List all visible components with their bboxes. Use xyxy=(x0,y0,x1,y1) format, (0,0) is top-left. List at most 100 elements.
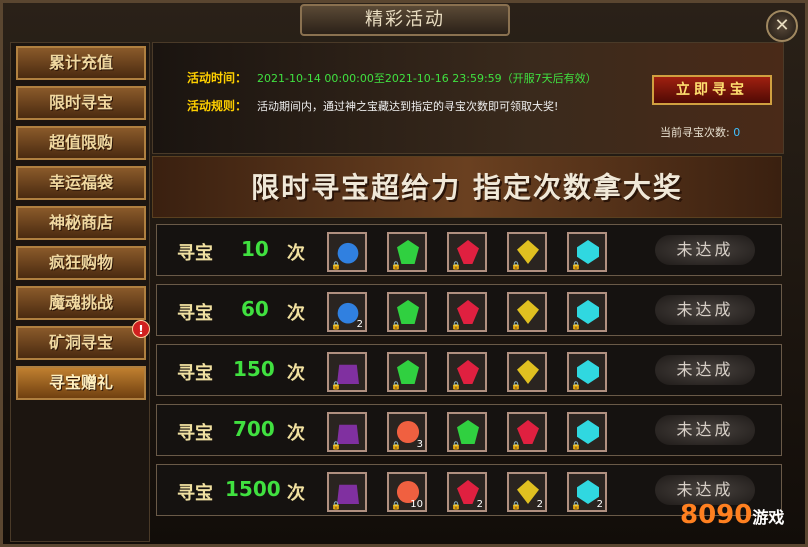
rule-value: 活动期间内，通过神之宝藏达到指定的寻宝次数即可领取大奖! xyxy=(257,100,559,113)
reward-item[interactable]: 🔒 xyxy=(327,472,367,512)
lock-icon: 🔒 xyxy=(511,501,521,510)
reward-item[interactable]: 🔒 xyxy=(567,412,607,452)
sidebar-item[interactable]: 寻宝赠礼 xyxy=(16,366,146,400)
treasure-count: 当前寻宝次数: 0 xyxy=(660,124,740,140)
row-unit: 次 xyxy=(287,423,305,444)
reward-row: 寻宝 150 次 🔒 🔒 🔒 🔒 🔒 未达成 xyxy=(156,344,782,396)
lock-icon: 🔒 xyxy=(571,441,581,450)
reward-row: 寻宝 10 次 🔒 🔒 🔒 🔒 🔒 未达成 xyxy=(156,224,782,276)
lock-icon: 🔒 xyxy=(511,381,521,390)
status-button[interactable]: 未达成 xyxy=(655,355,755,385)
lock-icon: 🔒 xyxy=(331,441,341,450)
find-treasure-button[interactable]: 立即寻宝 xyxy=(652,75,772,105)
reward-item[interactable]: 🔒 2 xyxy=(447,472,487,512)
time-value: 2021-10-14 00:00:00至2021-10-16 23:59:59（… xyxy=(257,72,597,85)
row-unit: 次 xyxy=(287,303,305,324)
reward-item[interactable]: 🔒 xyxy=(567,292,607,332)
reward-item[interactable]: 🔒 2 xyxy=(507,472,547,512)
row-unit: 次 xyxy=(287,243,305,264)
lock-icon: 🔒 xyxy=(391,381,401,390)
lock-icon: 🔒 xyxy=(451,441,461,450)
row-count: 10 xyxy=(241,237,269,261)
sidebar-item[interactable]: 超值限购 xyxy=(16,126,146,160)
lock-icon: 🔒 xyxy=(571,261,581,270)
reward-item[interactable]: 🔒 xyxy=(387,232,427,272)
sidebar-item[interactable]: 累计充值 xyxy=(16,46,146,80)
lock-icon: 🔒 xyxy=(451,381,461,390)
lock-icon: 🔒 xyxy=(391,501,401,510)
sidebar-item[interactable]: 疯狂购物 xyxy=(16,246,146,280)
count-label: 当前寻宝次数: xyxy=(660,126,730,139)
status-button[interactable]: 未达成 xyxy=(655,415,755,445)
reward-item[interactable]: 🔒 xyxy=(507,292,547,332)
row-label: 寻宝 xyxy=(177,303,213,324)
lock-icon: 🔒 xyxy=(391,261,401,270)
reward-item[interactable]: 🔒 2 xyxy=(327,292,367,332)
lock-icon: 🔒 xyxy=(571,381,581,390)
promo-banner: 限时寻宝超给力 指定次数拿大奖 xyxy=(152,156,782,218)
lock-icon: 🔒 xyxy=(451,261,461,270)
lock-icon: 🔒 xyxy=(391,441,401,450)
reward-item[interactable]: 🔒 xyxy=(447,352,487,392)
watermark-logo: 8090游戏 xyxy=(680,500,784,530)
sidebar-item[interactable]: 幸运福袋 xyxy=(16,166,146,200)
lock-icon: 🔒 xyxy=(331,381,341,390)
reward-item[interactable]: 🔒 xyxy=(387,292,427,332)
lock-icon: 🔒 xyxy=(451,321,461,330)
row-unit: 次 xyxy=(287,363,305,384)
item-quantity: 10 xyxy=(410,499,423,510)
reward-item[interactable]: 🔒 xyxy=(507,352,547,392)
lock-icon: 🔒 xyxy=(571,501,581,510)
reward-item[interactable]: 🔒 2 xyxy=(567,472,607,512)
reward-item[interactable]: 🔒 xyxy=(507,232,547,272)
reward-item[interactable]: 🔒 xyxy=(387,352,427,392)
reward-item[interactable]: 🔒 3 xyxy=(387,412,427,452)
item-quantity: 2 xyxy=(356,319,363,330)
lock-icon: 🔒 xyxy=(331,501,341,510)
reward-item[interactable]: 🔒 10 xyxy=(387,472,427,512)
time-label: 活动时间： xyxy=(187,71,248,85)
sidebar-item[interactable]: 矿洞寻宝 xyxy=(16,326,146,360)
row-count: 60 xyxy=(241,297,269,321)
lock-icon: 🔒 xyxy=(511,441,521,450)
reward-item[interactable]: 🔒 xyxy=(327,352,367,392)
reward-row: 寻宝 60 次 🔒 2 🔒 🔒 🔒 🔒 未达成 xyxy=(156,284,782,336)
alert-icon: ! xyxy=(132,320,150,338)
lock-icon: 🔒 xyxy=(511,321,521,330)
lock-icon: 🔒 xyxy=(331,321,341,330)
lock-icon: 🔒 xyxy=(331,261,341,270)
watermark-suffix: 游戏 xyxy=(752,508,785,527)
reward-row: 寻宝 700 次 🔒 🔒 3 🔒 🔒 🔒 未达成 xyxy=(156,404,782,456)
item-quantity: 3 xyxy=(416,439,423,450)
watermark-brand: 8090 xyxy=(680,500,753,530)
lock-icon: 🔒 xyxy=(511,261,521,270)
reward-item[interactable]: 🔒 xyxy=(447,292,487,332)
sidebar-item[interactable]: 魔魂挑战 xyxy=(16,286,146,320)
sidebar-item[interactable]: 神秘商店 xyxy=(16,206,146,240)
sidebar-item[interactable]: 限时寻宝 xyxy=(16,86,146,120)
lock-icon: 🔒 xyxy=(391,321,401,330)
reward-item[interactable]: 🔒 xyxy=(567,352,607,392)
count-value: 0 xyxy=(733,126,741,139)
rule-label: 活动规则： xyxy=(187,99,248,113)
row-label: 寻宝 xyxy=(177,363,213,384)
reward-item[interactable]: 🔒 xyxy=(327,412,367,452)
row-unit: 次 xyxy=(287,483,305,504)
reward-item[interactable]: 🔒 xyxy=(567,232,607,272)
row-label: 寻宝 xyxy=(177,483,213,504)
status-button[interactable]: 未达成 xyxy=(655,235,755,265)
reward-item[interactable]: 🔒 xyxy=(507,412,547,452)
item-quantity: 2 xyxy=(476,499,483,510)
row-label: 寻宝 xyxy=(177,243,213,264)
status-button[interactable]: 未达成 xyxy=(655,295,755,325)
lock-icon: 🔒 xyxy=(451,501,461,510)
row-count: 150 xyxy=(233,357,275,381)
item-quantity: 2 xyxy=(536,499,543,510)
reward-item[interactable]: 🔒 xyxy=(447,412,487,452)
close-icon[interactable]: ✕ xyxy=(766,10,798,42)
reward-item[interactable]: 🔒 xyxy=(447,232,487,272)
row-count: 700 xyxy=(233,417,275,441)
reward-item[interactable]: 🔒 xyxy=(327,232,367,272)
lock-icon: 🔒 xyxy=(571,321,581,330)
row-count: 1500 xyxy=(225,477,281,501)
